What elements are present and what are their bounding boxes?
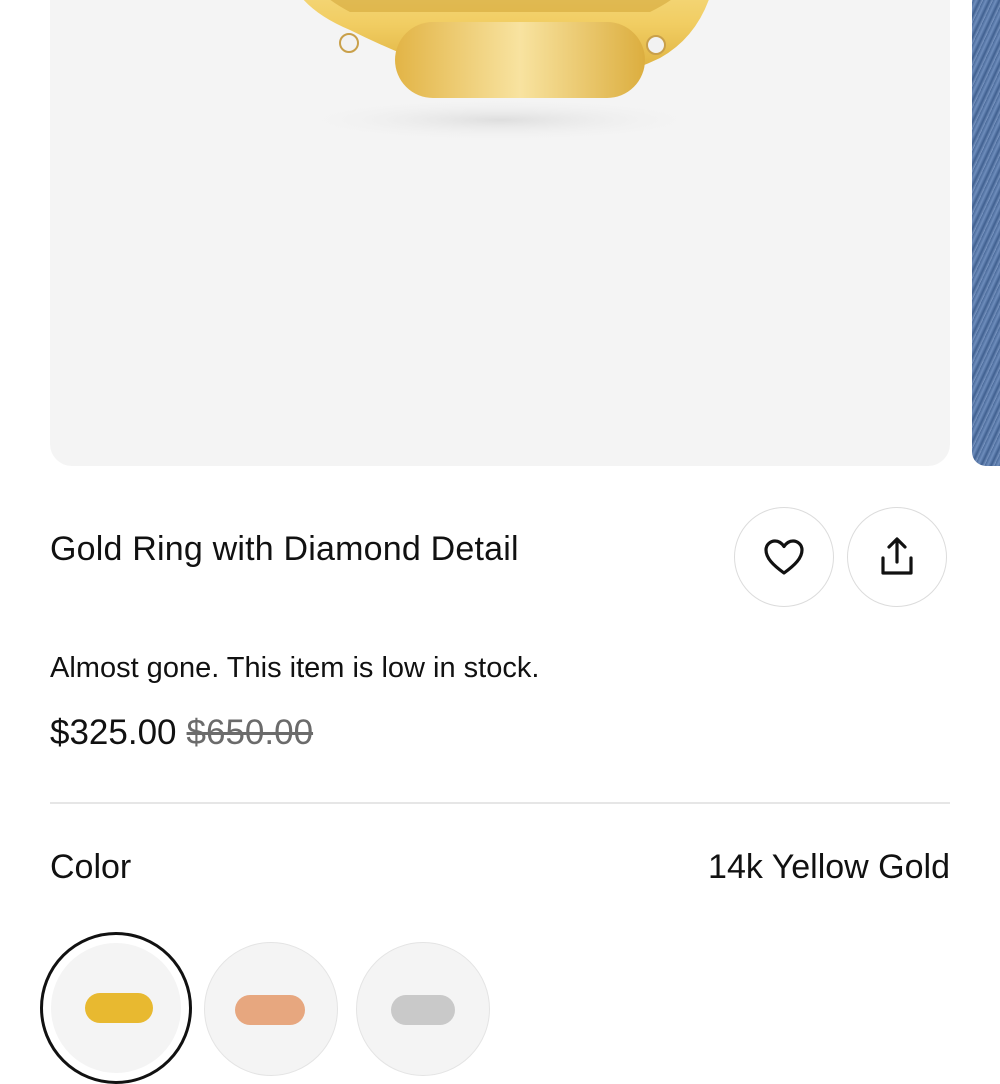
color-swatch-rose-gold[interactable] bbox=[204, 942, 338, 1076]
product-title: Gold Ring with Diamond Detail bbox=[50, 530, 519, 568]
current-price: $325.00 bbox=[50, 713, 177, 752]
color-swatch-white-gold[interactable] bbox=[356, 942, 490, 1076]
next-product-image-preview[interactable] bbox=[972, 0, 1000, 466]
share-button[interactable] bbox=[847, 507, 947, 607]
product-image-gallery[interactable] bbox=[0, 0, 1000, 470]
share-icon bbox=[881, 537, 913, 575]
heart-icon bbox=[764, 539, 804, 575]
color-swatch-yellow-gold[interactable] bbox=[40, 932, 192, 1084]
color-label: Color bbox=[50, 848, 132, 886]
low-stock-message: Almost gone. This item is low in stock. bbox=[50, 652, 540, 684]
original-price: $650.00 bbox=[186, 713, 314, 752]
divider bbox=[50, 802, 950, 804]
favorite-button[interactable] bbox=[734, 507, 834, 607]
gold-ring-image bbox=[290, 0, 710, 142]
yellow-gold-ring-thumbnail bbox=[85, 993, 153, 1023]
product-main-image[interactable] bbox=[50, 0, 950, 466]
price-row: $325.00 $650.00 bbox=[50, 713, 313, 753]
selected-color-value: 14k Yellow Gold bbox=[708, 848, 950, 886]
